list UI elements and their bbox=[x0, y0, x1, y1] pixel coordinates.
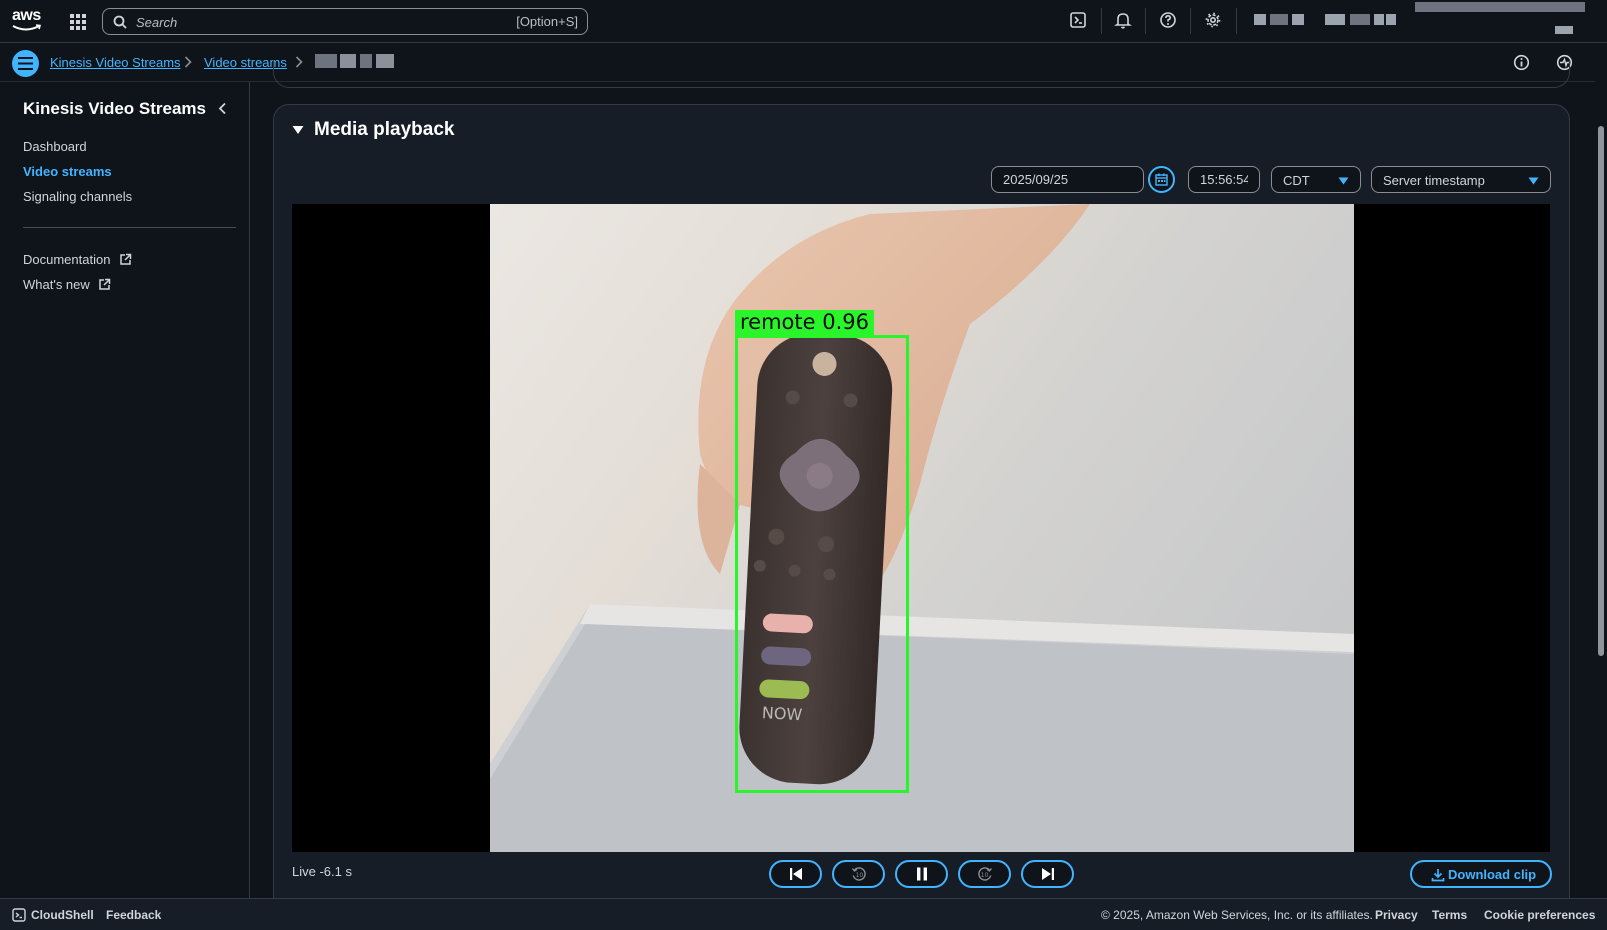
documentation-label: Documentation bbox=[23, 252, 111, 267]
breadcrumb-kinesis[interactable]: Kinesis Video Streams bbox=[50, 55, 181, 70]
pause-icon bbox=[916, 867, 927, 881]
download-icon bbox=[1431, 869, 1445, 882]
sidenav-link-documentation[interactable]: Documentation bbox=[23, 252, 132, 267]
dropdown-arrow-icon bbox=[1528, 177, 1539, 185]
skip-forward-button[interactable] bbox=[1021, 860, 1074, 888]
sidenav-item-video-streams[interactable]: Video streams bbox=[23, 164, 112, 179]
cookie-preferences-link[interactable]: Cookie preferences bbox=[1484, 908, 1595, 922]
timezone-value: CDT bbox=[1283, 173, 1310, 188]
forward-10-button[interactable]: 10 bbox=[958, 860, 1011, 888]
detection-bounding-box bbox=[735, 335, 909, 793]
skip-forward-icon bbox=[1041, 868, 1054, 880]
time-input[interactable] bbox=[1188, 166, 1260, 193]
download-clip-label: Download clip bbox=[1448, 867, 1537, 882]
side-navigation: Kinesis Video Streams Dashboard Video st… bbox=[0, 82, 250, 898]
detection-label: remote 0.96 bbox=[735, 310, 874, 335]
date-input[interactable] bbox=[991, 166, 1144, 193]
scrollbar-thumb[interactable] bbox=[1598, 126, 1604, 656]
cloudshell-icon[interactable] bbox=[1069, 11, 1089, 31]
sidenav-item-signaling-channels[interactable]: Signaling channels bbox=[23, 189, 132, 204]
nav-separator bbox=[1236, 8, 1237, 34]
pause-button[interactable] bbox=[895, 860, 948, 888]
menu-toggle-button[interactable] bbox=[12, 50, 39, 77]
privacy-link[interactable]: Privacy bbox=[1375, 908, 1418, 922]
panel-title: Media playback bbox=[314, 119, 455, 140]
nav-separator bbox=[1145, 8, 1146, 34]
nav-separator bbox=[1101, 8, 1102, 34]
sidenav-link-whats-new[interactable]: What's new bbox=[23, 277, 111, 292]
video-scene: NOW bbox=[490, 204, 1354, 852]
caret-down-icon bbox=[292, 126, 304, 134]
svg-text:10: 10 bbox=[980, 872, 988, 879]
calendar-icon bbox=[1155, 173, 1168, 186]
skip-back-icon bbox=[789, 868, 802, 880]
aws-logo[interactable]: aws bbox=[12, 8, 44, 33]
help-icon[interactable] bbox=[1159, 11, 1179, 31]
video-player[interactable]: NOW remote 0.96 bbox=[292, 204, 1550, 852]
console-footer: CloudShell Feedback © 2025, Amazon Web S… bbox=[0, 898, 1607, 930]
top-navigation: aws [Option+S] bbox=[0, 0, 1607, 43]
forward-10-icon: 10 bbox=[977, 867, 992, 881]
sidenav-title[interactable]: Kinesis Video Streams bbox=[23, 99, 206, 119]
download-clip-button[interactable]: Download clip bbox=[1410, 860, 1552, 888]
external-link-icon bbox=[120, 253, 132, 265]
bell-icon[interactable] bbox=[1114, 11, 1134, 31]
dropdown-arrow-icon bbox=[1338, 177, 1349, 185]
cloudshell-footer-icon[interactable] bbox=[12, 908, 26, 922]
feedback-link[interactable]: Feedback bbox=[106, 908, 161, 922]
hamburger-icon bbox=[18, 57, 33, 70]
search-shortcut: [Option+S] bbox=[516, 14, 578, 29]
aws-smile-icon bbox=[12, 24, 42, 31]
previous-panel-edge bbox=[273, 60, 1570, 88]
collapse-sidenav-icon[interactable] bbox=[218, 102, 227, 115]
cloudshell-link[interactable]: CloudShell bbox=[31, 908, 94, 922]
rewind-10-icon: 10 bbox=[851, 867, 866, 881]
whats-new-label: What's new bbox=[23, 277, 90, 292]
apps-grid-icon[interactable] bbox=[68, 12, 88, 32]
copyright-text: © 2025, Amazon Web Services, Inc. or its… bbox=[1101, 908, 1373, 922]
svg-text:10: 10 bbox=[855, 872, 863, 879]
search-bar[interactable]: [Option+S] bbox=[102, 8, 588, 35]
gear-icon[interactable] bbox=[1204, 11, 1224, 31]
timestamp-type-value: Server timestamp bbox=[1383, 173, 1485, 188]
terms-link[interactable]: Terms bbox=[1432, 908, 1467, 922]
timezone-select[interactable]: CDT bbox=[1271, 166, 1361, 193]
timestamp-type-select[interactable]: Server timestamp bbox=[1371, 166, 1551, 193]
search-input[interactable] bbox=[134, 12, 498, 33]
calendar-button[interactable] bbox=[1148, 166, 1175, 193]
skip-back-button[interactable] bbox=[769, 860, 822, 888]
sidenav-item-dashboard[interactable]: Dashboard bbox=[23, 139, 87, 154]
external-link-icon bbox=[99, 278, 111, 290]
live-offset-text: Live -6.1 s bbox=[292, 864, 352, 879]
rewind-10-button[interactable]: 10 bbox=[832, 860, 885, 888]
search-icon bbox=[113, 15, 127, 29]
sidenav-divider bbox=[23, 227, 236, 228]
chevron-right-icon bbox=[184, 56, 192, 68]
nav-separator bbox=[1190, 8, 1191, 34]
video-frame: NOW remote 0.96 bbox=[490, 204, 1354, 852]
